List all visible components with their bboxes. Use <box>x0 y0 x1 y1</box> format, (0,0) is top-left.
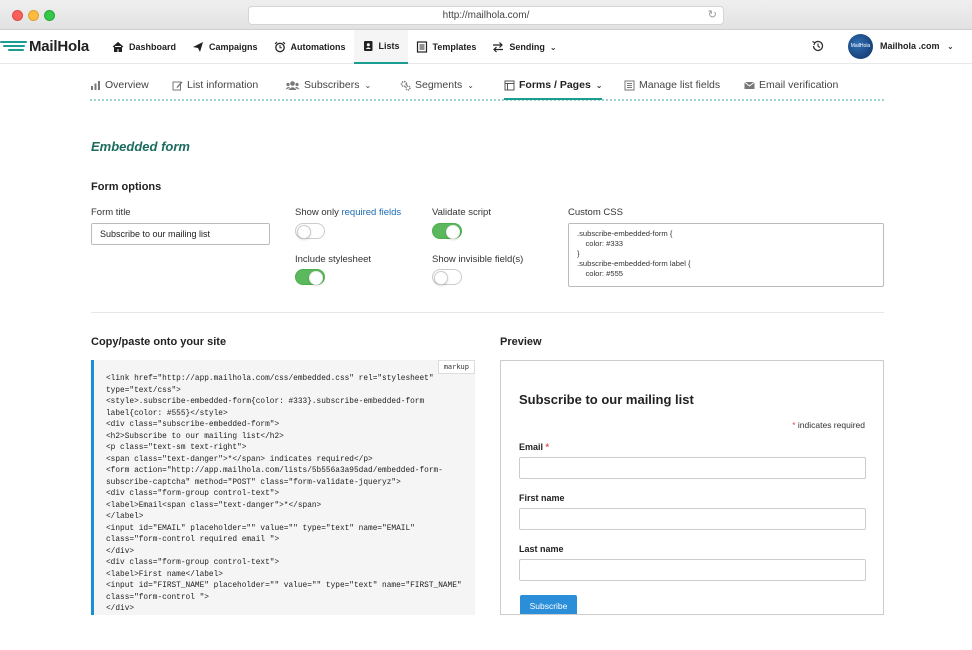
history-icon[interactable] <box>811 39 825 53</box>
brand-name: MailHola <box>29 38 90 55</box>
nav-lists-label: Lists <box>378 41 400 51</box>
first-name-field[interactable] <box>519 508 866 530</box>
nav-automations-label: Automations <box>290 42 346 52</box>
list-subnav: Overview List information Subscribers ⌄ … <box>90 74 884 101</box>
form-icon <box>504 80 515 91</box>
minimize-window-button[interactable] <box>28 10 39 21</box>
copy-paste-heading: Copy/paste onto your site <box>91 336 227 348</box>
tab-email-verification[interactable]: Email verification <box>744 79 838 91</box>
list-icon <box>624 80 635 91</box>
required-note-text: indicates required <box>795 420 865 430</box>
nav-sending-label: Sending <box>509 42 545 52</box>
address-book-icon <box>362 40 374 52</box>
email-label-text: Email <box>519 442 544 452</box>
envelope-icon <box>744 80 755 91</box>
email-required-star: * <box>545 442 550 452</box>
cogs-icon <box>400 80 411 91</box>
email-field[interactable] <box>519 457 866 479</box>
form-title-value: Subscribe to our mailing list <box>100 229 211 239</box>
custom-css-label: Custom CSS <box>568 207 623 218</box>
exchange-icon <box>492 41 504 53</box>
home-icon <box>112 41 124 53</box>
nav-dashboard-label: Dashboard <box>129 42 177 52</box>
tab-manage-list-fields-label: Manage list fields <box>639 79 721 91</box>
tab-forms-pages-label: Forms / Pages <box>519 79 591 91</box>
address-bar[interactable]: http://mailhola.com/ ↻ <box>248 6 724 25</box>
section-divider <box>91 312 884 313</box>
show-invisible-label: Show invisible field(s) <box>432 254 524 265</box>
reload-icon[interactable]: ↻ <box>708 7 717 24</box>
embed-code-block[interactable]: <link href="http://app.mailhola.com/css/… <box>91 360 475 615</box>
validate-script-toggle[interactable] <box>432 223 462 239</box>
include-stylesheet-toggle[interactable] <box>295 269 325 285</box>
chevron-down-icon: ⌄ <box>364 80 372 90</box>
tab-segments[interactable]: Segments ⌄ <box>400 79 474 91</box>
chevron-down-icon: ⌄ <box>549 42 557 52</box>
required-fields-link[interactable]: required fields <box>341 207 401 218</box>
subscribe-button[interactable]: Subscribe <box>520 595 577 614</box>
tab-manage-list-fields[interactable]: Manage list fields <box>624 79 720 91</box>
browser-chrome: http://mailhola.com/ ↻ <box>0 0 972 30</box>
last-name-label: Last name <box>519 544 564 554</box>
account-name: Mailhola .com <box>880 41 940 51</box>
tab-overview[interactable]: Overview <box>90 79 149 91</box>
nav-campaigns[interactable]: Campaigns <box>184 30 266 64</box>
tab-subscribers[interactable]: Subscribers ⌄ <box>285 79 371 91</box>
nav-lists[interactable]: Lists <box>353 30 408 64</box>
maximize-window-button[interactable] <box>44 10 55 21</box>
edit-icon <box>172 80 183 91</box>
nav-automations[interactable]: Automations <box>266 30 354 64</box>
paper-plane-icon <box>192 41 204 53</box>
nav-templates-label: Templates <box>432 42 477 52</box>
last-name-field[interactable] <box>519 559 866 581</box>
show-only-required-label: Show only required fields <box>295 207 401 218</box>
embed-code: <link href="http://app.mailhola.com/css/… <box>106 375 462 613</box>
nav-dashboard[interactable]: Dashboard <box>104 30 184 64</box>
show-only-prefix: Show only <box>295 207 342 218</box>
show-invisible-toggle[interactable] <box>432 269 462 285</box>
close-window-button[interactable] <box>12 10 23 21</box>
form-title-input[interactable]: Subscribe to our mailing list <box>91 223 270 245</box>
chevron-down-icon: ⌄ <box>467 80 474 90</box>
form-title-label: Form title <box>91 207 131 218</box>
form-options-heading: Form options <box>91 181 162 193</box>
email-label: Email * <box>519 442 549 452</box>
tab-forms-pages[interactable]: Forms / Pages ⌄ <box>504 79 603 100</box>
preview-form-title: Subscribe to our mailing list <box>519 392 694 407</box>
bar-chart-icon <box>90 80 101 91</box>
tab-list-information-label: List information <box>187 79 259 91</box>
main-nav: Dashboard Campaigns Automations Lists Te… <box>104 30 565 64</box>
custom-css-textarea[interactable]: .subscribe-embedded-form { color: #333 }… <box>568 223 884 287</box>
first-name-label: First name <box>519 493 565 503</box>
url-text: http://mailhola.com/ <box>442 10 530 21</box>
nav-campaigns-label: Campaigns <box>209 42 258 52</box>
tab-email-verification-label: Email verification <box>759 79 839 91</box>
tab-subscribers-label: Subscribers <box>304 79 360 91</box>
preview-panel: Subscribe to our mailing list * indicate… <box>500 360 884 615</box>
chevron-down-icon: ⌄ <box>947 42 954 51</box>
nav-templates[interactable]: Templates <box>408 30 485 64</box>
tab-list-information[interactable]: List information <box>172 79 258 91</box>
validate-script-label: Validate script <box>432 207 491 218</box>
template-icon <box>416 41 428 53</box>
chevron-down-icon: ⌄ <box>595 80 603 90</box>
logo-mark-icon <box>0 40 27 54</box>
avatar[interactable]: MailHola <box>848 34 873 59</box>
app-header: MailHola Dashboard Campaigns Automations… <box>0 30 972 64</box>
tab-overview-label: Overview <box>105 79 149 91</box>
markup-tag: markup <box>437 360 475 374</box>
include-stylesheet-label: Include stylesheet <box>295 254 372 265</box>
logo[interactable]: MailHola <box>0 38 89 55</box>
users-icon <box>285 80 300 91</box>
alarm-clock-icon <box>274 41 286 53</box>
required-note: * indicates required <box>792 420 865 430</box>
page-title: Embedded form <box>91 139 190 154</box>
show-only-required-toggle[interactable] <box>295 223 325 239</box>
account-menu[interactable]: Mailhola .com ⌄ <box>880 41 954 51</box>
nav-sending[interactable]: Sending ⌄ <box>484 30 564 64</box>
tab-segments-label: Segments <box>415 79 463 91</box>
preview-heading: Preview <box>500 336 542 348</box>
